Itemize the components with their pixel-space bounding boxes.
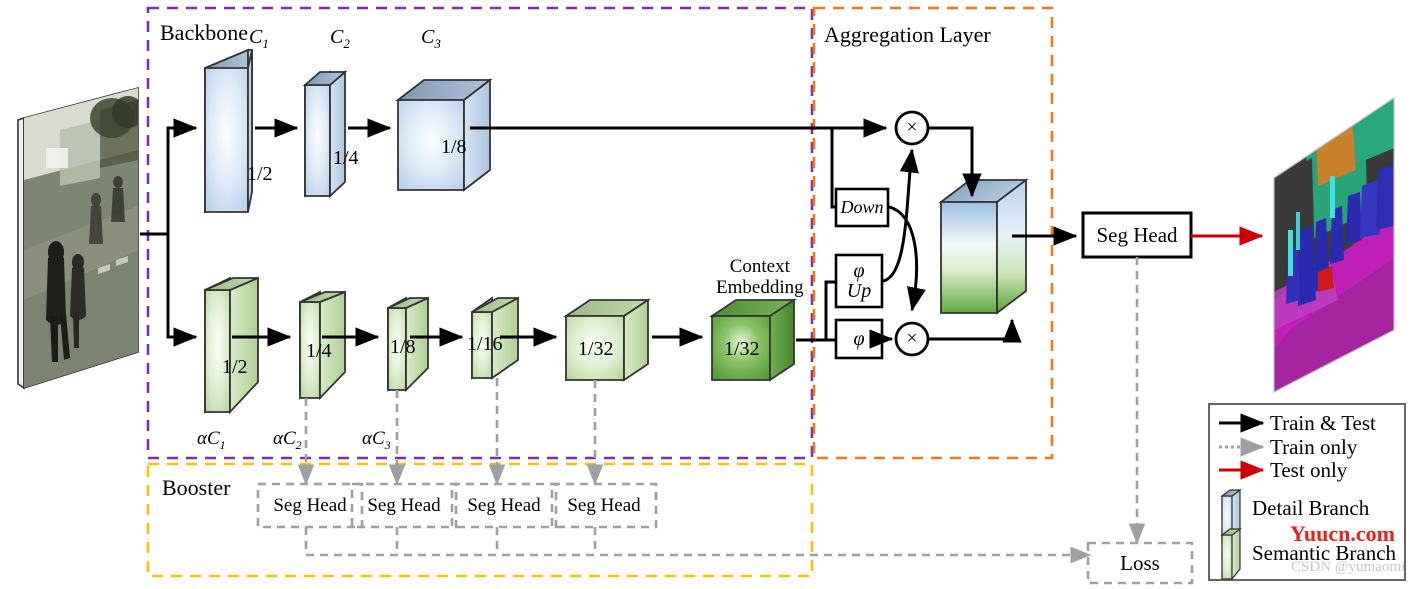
booster-seg-head-label-2: Seg Head — [367, 494, 441, 516]
watermark-secondary: CSDN @yumaomi — [1291, 559, 1406, 575]
s1-base: αC — [197, 428, 220, 449]
s2-sub: 2 — [295, 437, 302, 452]
aggregation-crossing-paths — [869, 148, 926, 349]
seg-head-main-label: Seg Head — [1096, 222, 1178, 247]
group-label-aggregation: Aggregation Layer — [824, 22, 991, 47]
s3-base: αC — [362, 428, 385, 449]
semantic-scale-s5: 1/32 — [578, 338, 614, 360]
detail-to-aggregation — [470, 118, 888, 217]
s3-sub: 3 — [384, 437, 391, 452]
s2-base: αC — [273, 428, 296, 449]
semantic-channel-label-s3: αC3 — [362, 428, 391, 453]
detail-channel-label-c2: C2 — [330, 26, 350, 52]
input-image — [17, 86, 139, 390]
detail-scale-c3: 1/8 — [441, 136, 467, 158]
legend-label-detail-branch: Detail Branch — [1252, 496, 1370, 520]
c2-base: C — [330, 26, 344, 48]
c1-base: C — [249, 26, 263, 48]
phi-up-op-label: φ Up — [836, 255, 882, 307]
c1-sub: 1 — [262, 36, 269, 51]
group-label-booster: Booster — [162, 475, 231, 500]
s1-sub: 1 — [219, 437, 226, 452]
multiply-top-label: × — [906, 117, 918, 138]
phi-op-label: φ — [853, 327, 865, 350]
semantic-scale-ce: 1/32 — [724, 338, 760, 360]
fused-feature-cube — [938, 178, 1029, 315]
semantic-channel-label-s1: αC1 — [197, 428, 226, 453]
c3-sub: 3 — [434, 36, 441, 51]
detail-scale-c1: 1/2 — [247, 163, 273, 185]
c2-sub: 2 — [343, 36, 350, 51]
booster-seg-head-label-3: Seg Head — [467, 494, 541, 516]
semantic-scale-s3: 1/8 — [390, 336, 416, 358]
context-embedding-label: Context Embedding — [716, 256, 804, 299]
booster-seg-head-label-4: Seg Head — [567, 494, 641, 516]
booster-to-loss-routing — [304, 527, 1092, 564]
detail-block-c2 — [302, 70, 348, 199]
down-op-label: Down — [840, 197, 884, 217]
detail-channel-label-c1: C1 — [249, 26, 269, 52]
booster-dashed-connections — [297, 378, 604, 486]
phi-up-line2: Up — [846, 280, 872, 302]
detail-channel-label-c3: C3 — [421, 26, 441, 52]
detail-block-c1 — [204, 48, 253, 214]
c3-base: C — [421, 26, 435, 48]
semantic-scale-s4: 1/16 — [467, 333, 503, 355]
detail-block-c3 — [395, 78, 493, 192]
legend-swatch-semantic — [1220, 527, 1242, 581]
semantic-scale-s1: 1/2 — [222, 356, 248, 378]
group-label-backbone: Backbone — [160, 20, 248, 45]
watermark-primary: Yuucn.com — [1290, 521, 1395, 546]
phi-up-line1: φ — [853, 260, 865, 282]
legend-label-train-only: Train only — [1270, 435, 1358, 459]
multiply-bottom-label: × — [906, 328, 918, 349]
detail-scale-c2: 1/4 — [333, 147, 359, 169]
loss-label: Loss — [1120, 550, 1160, 575]
diagram-canvas: Backbone Aggregation Layer Booster C1 C2… — [0, 0, 1414, 589]
context-embedding-line2: Embedding — [716, 277, 804, 299]
semantic-channel-label-s2: αC2 — [273, 428, 302, 453]
legend-label-test-only: Test only — [1270, 458, 1348, 482]
semantic-block-s1 — [204, 276, 259, 415]
booster-seg-head-label-1: Seg Head — [273, 494, 347, 516]
legend-label-train-test: Train & Test — [1270, 411, 1376, 435]
context-embedding-line1: Context — [729, 256, 790, 277]
semantic-scale-s2: 1/4 — [306, 340, 332, 362]
output-segmentation-map — [1273, 96, 1395, 393]
